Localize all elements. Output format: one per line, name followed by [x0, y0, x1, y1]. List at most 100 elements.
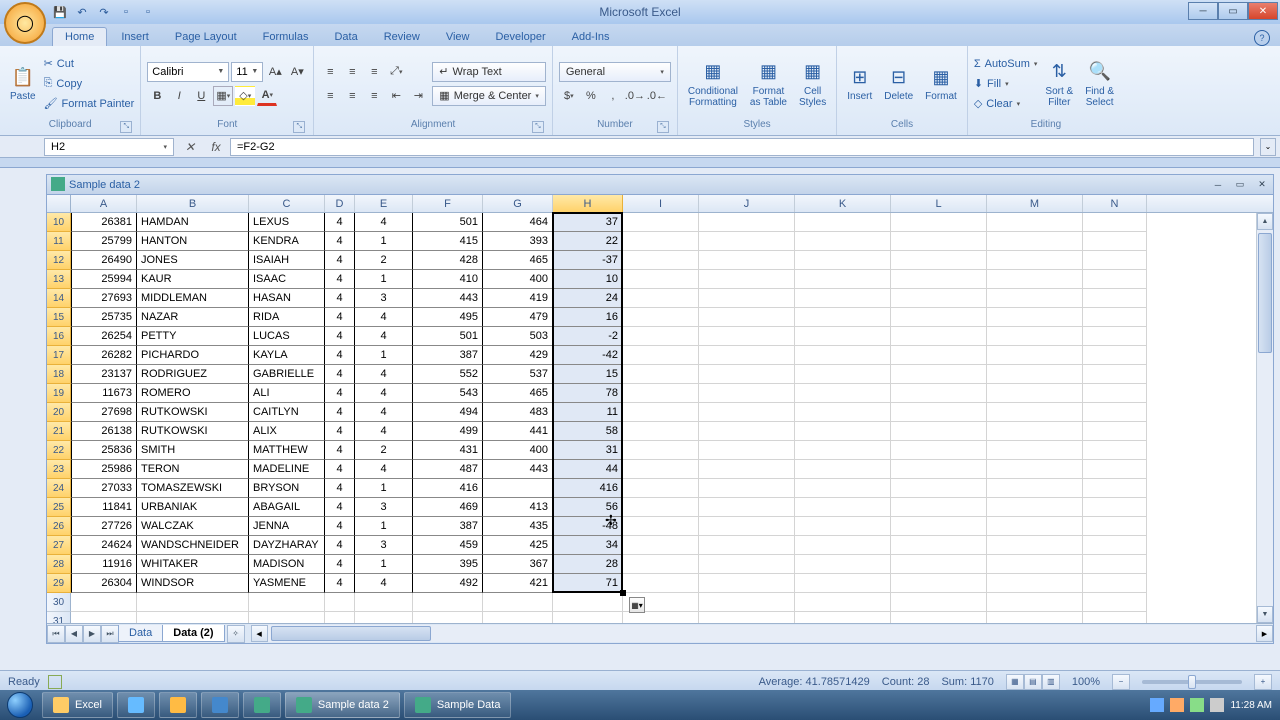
cell[interactable]: 24624 — [71, 536, 137, 555]
cell[interactable]: 494 — [413, 403, 483, 422]
cell[interactable]: 27698 — [71, 403, 137, 422]
cell[interactable]: 492 — [413, 574, 483, 593]
cell[interactable] — [623, 479, 699, 498]
cell[interactable]: 11 — [553, 403, 623, 422]
cell[interactable]: 4 — [325, 555, 355, 574]
cell-styles-button[interactable]: ▦Cell Styles — [795, 58, 830, 110]
cell[interactable]: 415 — [413, 232, 483, 251]
cell[interactable] — [987, 422, 1083, 441]
cell[interactable]: 443 — [413, 289, 483, 308]
percent-format-button[interactable]: % — [581, 86, 601, 106]
cell[interactable] — [137, 593, 249, 612]
cell[interactable] — [795, 498, 891, 517]
cell[interactable]: 1 — [355, 517, 413, 536]
cell[interactable]: 4 — [355, 403, 413, 422]
cell[interactable]: 34 — [553, 536, 623, 555]
cell[interactable]: KENDRA — [249, 232, 325, 251]
insert-cells-button[interactable]: ⊞Insert — [843, 63, 876, 104]
cell[interactable]: 1 — [355, 232, 413, 251]
cell[interactable]: KAUR — [137, 270, 249, 289]
row-header[interactable]: 21 — [47, 422, 71, 441]
cell[interactable] — [891, 232, 987, 251]
cell[interactable]: ALIX — [249, 422, 325, 441]
cell[interactable] — [1083, 517, 1147, 536]
cell[interactable] — [699, 612, 795, 623]
start-button[interactable] — [0, 690, 40, 720]
cell[interactable] — [987, 270, 1083, 289]
cell[interactable] — [1083, 365, 1147, 384]
cell[interactable] — [987, 365, 1083, 384]
row-header[interactable]: 25 — [47, 498, 71, 517]
cell[interactable]: HASAN — [249, 289, 325, 308]
autosum-button[interactable]: ΣAutoSum▾ — [974, 55, 1038, 73]
cell[interactable] — [699, 384, 795, 403]
find-select-button[interactable]: 🔍Find & Select — [1081, 58, 1118, 110]
cell[interactable]: 4 — [325, 384, 355, 403]
cell[interactable]: KAYLA — [249, 346, 325, 365]
font-name-dropdown[interactable]: Calibri▼ — [147, 62, 229, 82]
tab-data[interactable]: Data — [322, 28, 369, 46]
cell[interactable]: 25836 — [71, 441, 137, 460]
cell[interactable] — [795, 441, 891, 460]
decrease-indent-button[interactable]: ⇤ — [386, 86, 406, 106]
cell[interactable]: 4 — [325, 517, 355, 536]
merge-center-button[interactable]: ▦Merge & Center▾ — [432, 86, 546, 106]
cell[interactable] — [891, 593, 987, 612]
cell[interactable] — [1083, 327, 1147, 346]
child-maximize-button[interactable]: ▭ — [1229, 177, 1251, 192]
cell[interactable] — [623, 251, 699, 270]
increase-decimal-button[interactable]: .0→ — [625, 86, 645, 106]
cell[interactable] — [623, 555, 699, 574]
cell[interactable]: 26282 — [71, 346, 137, 365]
cell[interactable]: 58 — [553, 422, 623, 441]
row-header[interactable]: 31 — [47, 612, 71, 623]
cell[interactable]: RUTKOWSKI — [137, 422, 249, 441]
next-sheet-button[interactable]: ▶ — [83, 625, 101, 643]
child-minimize-button[interactable]: ─ — [1207, 177, 1229, 192]
tab-review[interactable]: Review — [372, 28, 432, 46]
cell[interactable]: 3 — [355, 536, 413, 555]
cell[interactable]: 465 — [483, 384, 553, 403]
cell[interactable]: MADELINE — [249, 460, 325, 479]
cell[interactable] — [699, 327, 795, 346]
cell[interactable]: 2 — [355, 251, 413, 270]
cell[interactable] — [1083, 251, 1147, 270]
dialog-launcher[interactable]: ⤡ — [657, 121, 669, 133]
cell[interactable]: 4 — [355, 308, 413, 327]
row-header[interactable]: 27 — [47, 536, 71, 555]
align-center-button[interactable]: ≡ — [342, 86, 362, 106]
cell[interactable]: 4 — [355, 574, 413, 593]
cell[interactable] — [1083, 498, 1147, 517]
cell[interactable]: RIDA — [249, 308, 325, 327]
cell[interactable]: 400 — [483, 441, 553, 460]
cell[interactable] — [623, 365, 699, 384]
cell[interactable]: 503 — [483, 327, 553, 346]
cell[interactable]: WALCZAK — [137, 517, 249, 536]
cell[interactable]: -37 — [553, 251, 623, 270]
cell[interactable] — [1083, 289, 1147, 308]
cell[interactable] — [1083, 403, 1147, 422]
cell[interactable] — [699, 593, 795, 612]
cell[interactable] — [795, 593, 891, 612]
row-header[interactable]: 30 — [47, 593, 71, 612]
tab-home[interactable]: Home — [52, 27, 107, 46]
cell[interactable] — [891, 460, 987, 479]
cell[interactable]: 1 — [355, 270, 413, 289]
cell[interactable] — [1083, 536, 1147, 555]
cell[interactable]: LUCAS — [249, 327, 325, 346]
cell[interactable] — [987, 289, 1083, 308]
fill-button[interactable]: ⬇Fill▾ — [974, 75, 1038, 93]
cell[interactable]: ROMERO — [137, 384, 249, 403]
cell[interactable] — [1083, 346, 1147, 365]
cell[interactable]: 495 — [413, 308, 483, 327]
cell[interactable]: 25735 — [71, 308, 137, 327]
cell[interactable]: BRYSON — [249, 479, 325, 498]
cell[interactable]: 4 — [325, 574, 355, 593]
cell[interactable] — [623, 517, 699, 536]
cell[interactable] — [699, 232, 795, 251]
cell[interactable]: 26254 — [71, 327, 137, 346]
cell[interactable] — [1083, 422, 1147, 441]
align-middle-button[interactable]: ≡ — [342, 62, 362, 82]
cell[interactable] — [987, 441, 1083, 460]
row-header[interactable]: 14 — [47, 289, 71, 308]
